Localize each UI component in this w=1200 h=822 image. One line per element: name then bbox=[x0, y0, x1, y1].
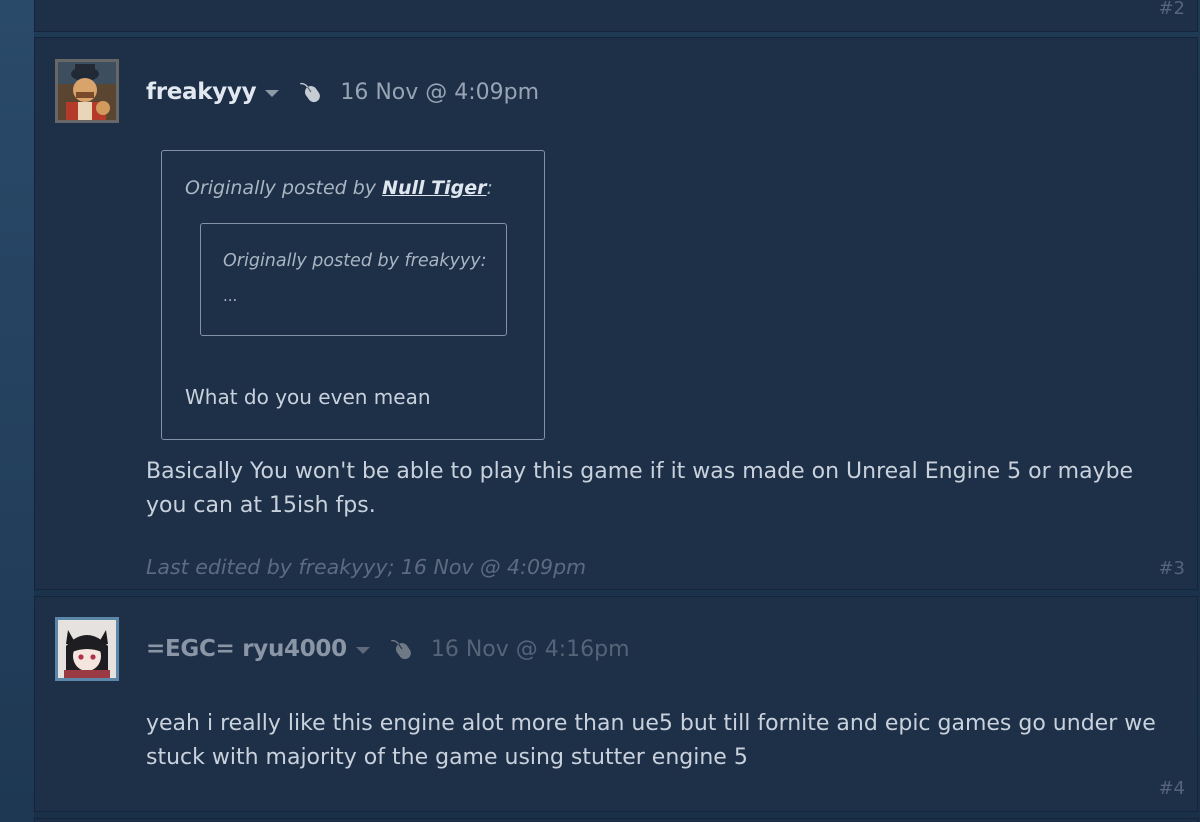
post-number[interactable]: #3 bbox=[1158, 558, 1185, 579]
page-background-strip bbox=[0, 0, 34, 822]
nested-quote-text: ... bbox=[223, 287, 238, 305]
post-number[interactable]: #2 bbox=[1158, 0, 1185, 19]
forum-post-3: freakyyy 16 Nov @ 4:09pm Originally post… bbox=[34, 37, 1198, 590]
avatar[interactable] bbox=[55, 617, 119, 681]
post-number[interactable]: #4 bbox=[1158, 778, 1185, 799]
quote-block: Originally posted by Null Tiger: Origina… bbox=[161, 150, 545, 440]
quote-prefix: Originally posted by bbox=[185, 177, 383, 199]
post-header: freakyyy 16 Nov @ 4:09pm bbox=[146, 72, 539, 112]
mouse-icon bbox=[391, 639, 411, 660]
post-body: yeah i really like this engine alot more… bbox=[146, 711, 1156, 770]
nested-quote-block: Originally posted by freakyyy: ... bbox=[200, 223, 507, 336]
username-link[interactable]: freakyyy bbox=[146, 79, 257, 105]
avatar-image bbox=[58, 62, 116, 120]
username-link[interactable]: =EGC= ryu4000 bbox=[146, 636, 347, 662]
post-timestamp[interactable]: 16 Nov @ 4:09pm bbox=[340, 80, 539, 105]
quote-text: What do you even mean bbox=[185, 385, 431, 409]
quoted-author-link[interactable]: Null Tiger bbox=[382, 177, 486, 199]
quote-suffix: : bbox=[486, 177, 493, 199]
last-edited-note: Last edited by freakyyy; 16 Nov @ 4:09pm bbox=[146, 555, 587, 579]
mouse-icon bbox=[300, 82, 321, 103]
avatar[interactable] bbox=[55, 59, 119, 123]
chevron-down-icon[interactable] bbox=[265, 90, 280, 97]
avatar-image bbox=[58, 620, 116, 678]
forum-post-2: #2 bbox=[34, 0, 1198, 32]
chevron-down-icon[interactable] bbox=[355, 647, 370, 654]
forum-post-next bbox=[34, 818, 1198, 822]
nested-quote-attribution: Originally posted by freakyyy: bbox=[223, 251, 487, 271]
forum-post-4: =EGC= ryu4000 16 Nov @ 4:16pm yeah i rea… bbox=[34, 596, 1198, 812]
post-header: =EGC= ryu4000 16 Nov @ 4:16pm bbox=[146, 629, 630, 669]
post-timestamp[interactable]: 16 Nov @ 4:16pm bbox=[431, 637, 630, 662]
post-body: Basically You won't be able to play this… bbox=[146, 459, 1134, 518]
quote-attribution: Originally posted by Null Tiger: bbox=[185, 177, 493, 199]
